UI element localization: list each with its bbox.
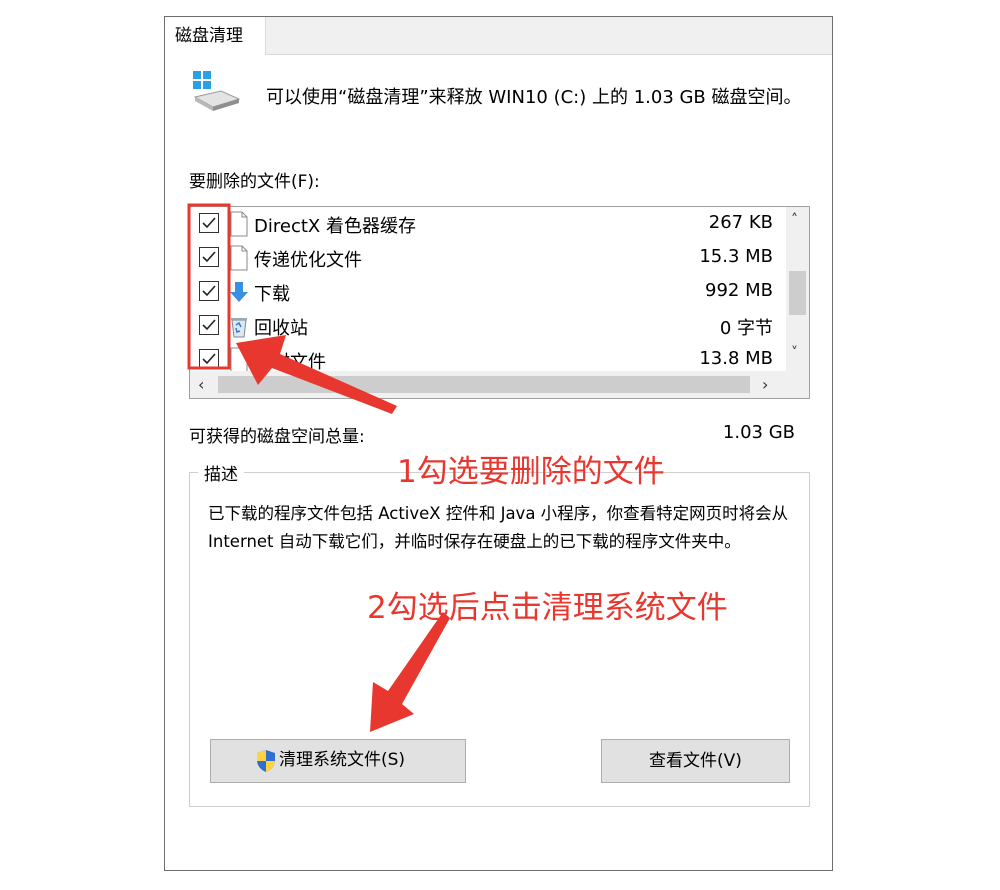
file-size: 15.3 MB [699, 246, 773, 267]
files-to-delete-label: 要删除的文件(F): [189, 172, 320, 192]
checkbox[interactable] [199, 281, 219, 301]
files-list-rows: DirectX 着色器缓存 267 KB 传递优化文件 15.3 MB 下载 9… [190, 207, 786, 371]
scroll-right-icon[interactable]: › [762, 375, 768, 394]
uac-shield-icon [257, 750, 275, 772]
horizontal-scrollbar[interactable]: ‹ › [190, 371, 786, 398]
clean-system-files-label: 清理系统文件(S) [279, 750, 406, 770]
description-title: 描述 [198, 460, 244, 485]
scroll-left-icon[interactable]: ‹ [198, 375, 204, 394]
checkbox[interactable] [199, 315, 219, 335]
file-name: 回收站 [254, 318, 308, 339]
total-space-label: 可获得的磁盘空间总量: [189, 427, 365, 447]
list-item[interactable]: 传递优化文件 15.3 MB [190, 241, 786, 275]
list-item[interactable]: 下载 992 MB [190, 275, 786, 309]
list-item[interactable]: 回收站 0 字节 [190, 309, 786, 343]
file-name: DirectX 着色器缓存 [254, 216, 416, 237]
total-space-value: 1.03 GB [722, 422, 795, 443]
file-icon [230, 211, 248, 237]
file-size: 267 KB [708, 212, 773, 233]
view-files-button[interactable]: 查看文件(V) [601, 739, 790, 783]
description-text: 已下载的程序文件包括 ActiveX 控件和 Java 小程序，你查看特定网页时… [208, 504, 789, 551]
files-list[interactable]: DirectX 着色器缓存 267 KB 传递优化文件 15.3 MB 下载 9… [189, 206, 810, 399]
drive-icon [193, 71, 241, 111]
file-size: 13.8 MB [699, 348, 773, 369]
file-name: 下载 [254, 284, 290, 305]
annotation-step2-text: 2勾选后点击清理系统文件 [367, 590, 728, 626]
recycle-bin-icon [231, 318, 247, 338]
file-name: 临时文件 [254, 352, 326, 371]
tab-strip: 磁盘清理 [165, 17, 832, 55]
tab-disk-cleanup[interactable]: 磁盘清理 [165, 17, 266, 55]
list-item[interactable]: DirectX 着色器缓存 267 KB [190, 207, 786, 241]
file-size: 992 MB [705, 280, 773, 301]
clean-system-files-button[interactable]: 清理系统文件(S) [210, 739, 466, 783]
download-arrow-icon [230, 282, 248, 302]
vertical-scroll-thumb[interactable] [789, 271, 806, 315]
file-size: 0 字节 [719, 318, 773, 339]
checkbox[interactable] [199, 349, 219, 369]
vertical-scrollbar[interactable]: ˄ ˅ [786, 207, 809, 371]
checkbox[interactable] [199, 247, 219, 267]
checkbox[interactable] [199, 213, 219, 233]
scroll-up-icon[interactable]: ˄ [791, 212, 798, 228]
file-icon [230, 245, 248, 271]
disk-cleanup-window: 磁盘清理 可以使用“磁盘清理”来释放 WIN10 (C:) 上的 1.03 GB… [164, 16, 833, 871]
file-name: 传递优化文件 [254, 250, 362, 271]
horizontal-scroll-thumb[interactable] [218, 376, 750, 393]
list-item[interactable]: 临时文件 13.8 MB [190, 343, 786, 371]
scrollbar-corner [786, 371, 809, 398]
file-icon [230, 347, 248, 371]
intro-text: 可以使用“磁盘清理”来释放 WIN10 (C:) 上的 1.03 GB 磁盘空间… [266, 87, 802, 108]
scroll-down-icon[interactable]: ˅ [791, 345, 798, 361]
annotation-step1-text: 1勾选要删除的文件 [397, 454, 665, 490]
